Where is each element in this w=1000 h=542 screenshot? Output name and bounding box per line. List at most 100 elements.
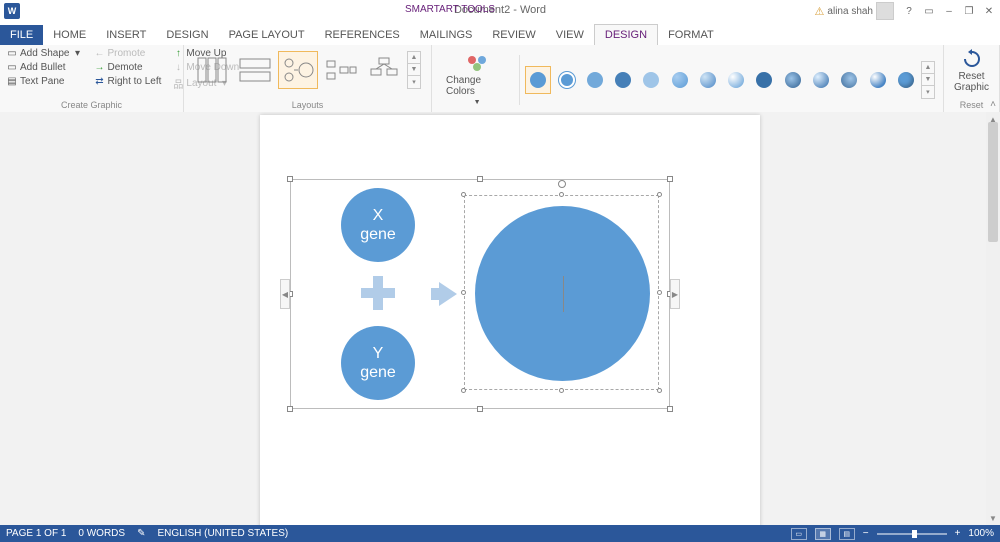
page[interactable]: ◀ ▶ X gene Y gene — [260, 115, 760, 525]
scroll-down-icon[interactable]: ▼ — [922, 74, 934, 86]
collapse-ribbon-button[interactable]: ˄ — [990, 99, 996, 110]
user-name: alina shah — [827, 6, 873, 17]
resize-handle-se[interactable] — [667, 406, 673, 412]
text-pane-button[interactable]: ▤Text Pane — [4, 75, 86, 88]
style-option-14[interactable] — [893, 66, 919, 94]
tab-smartart-format[interactable]: FORMAT — [658, 25, 724, 45]
smartart-shape-result[interactable] — [475, 206, 650, 381]
layout-option-5[interactable] — [364, 51, 404, 89]
tab-design-main[interactable]: DESIGN — [156, 25, 218, 45]
tab-file[interactable]: FILE — [0, 25, 43, 45]
resize-handle-n[interactable] — [477, 176, 483, 182]
smartart-shape-x-gene[interactable]: X gene — [341, 188, 415, 262]
style-option-10[interactable] — [780, 66, 806, 94]
reset-graphic-button[interactable]: Reset Graphic — [948, 47, 995, 95]
text-pane-toggle-left[interactable]: ◀ — [280, 279, 290, 309]
resize-handle-sw[interactable] — [287, 406, 293, 412]
scroll-up-icon[interactable]: ▲ — [408, 52, 420, 64]
scroll-down-icon[interactable]: ▼ — [408, 64, 420, 76]
zoom-in-button[interactable]: + — [955, 528, 961, 539]
demote-button[interactable]: →Demote — [92, 61, 165, 74]
language-status[interactable]: ENGLISH (UNITED STATES) — [157, 528, 288, 539]
style-option-11[interactable] — [808, 66, 834, 94]
right-to-left-button[interactable]: ⇄Right to Left — [92, 75, 165, 88]
rotate-handle[interactable] — [558, 180, 566, 188]
smartart-shape-y-gene[interactable]: Y gene — [341, 326, 415, 400]
inner-handle-s[interactable] — [559, 388, 564, 393]
smartart-selected-shape-frame[interactable] — [464, 195, 659, 390]
style-option-6[interactable] — [667, 66, 693, 94]
smartart-frame[interactable]: ◀ ▶ X gene Y gene — [290, 179, 670, 409]
smartart-arrow-icon[interactable] — [439, 282, 457, 306]
styles-scroll[interactable]: ▲▼▾ — [921, 61, 935, 99]
text-cursor — [563, 276, 564, 312]
inner-handle-nw[interactable] — [461, 192, 466, 197]
style-option-12[interactable] — [836, 66, 862, 94]
style-option-3[interactable] — [582, 66, 608, 94]
text-pane-toggle-right[interactable]: ▶ — [670, 279, 680, 309]
word-count[interactable]: 0 WORDS — [78, 528, 125, 539]
layout-option-2[interactable] — [235, 51, 275, 89]
add-shape-button[interactable]: ▭Add Shape▾ — [4, 47, 86, 60]
tab-insert[interactable]: INSERT — [96, 25, 156, 45]
ribbon-options-button[interactable]: ▭ — [920, 4, 938, 18]
tab-home[interactable]: HOME — [43, 25, 96, 45]
inner-handle-sw[interactable] — [461, 388, 466, 393]
read-mode-button[interactable]: ▭ — [791, 528, 807, 540]
style-option-7[interactable] — [695, 66, 721, 94]
scroll-more-icon[interactable]: ▾ — [408, 76, 420, 88]
tab-review[interactable]: REVIEW — [482, 25, 545, 45]
inner-handle-n[interactable] — [559, 192, 564, 197]
page-count[interactable]: PAGE 1 OF 1 — [6, 528, 66, 539]
help-button[interactable]: ? — [900, 4, 918, 18]
style-option-8[interactable] — [723, 66, 749, 94]
scroll-thumb[interactable] — [988, 122, 998, 242]
layout-option-3[interactable] — [278, 51, 318, 89]
group-smartart-styles: Change Colors▼ ▲▼▾ SmartArt Styles — [432, 45, 944, 112]
resize-handle-s[interactable] — [477, 406, 483, 412]
restore-button[interactable]: ❐ — [960, 4, 978, 18]
style-option-1[interactable] — [525, 66, 551, 94]
close-button[interactable]: ✕ — [980, 4, 998, 18]
style-option-2[interactable] — [553, 66, 579, 94]
scroll-more-icon[interactable]: ▾ — [922, 86, 934, 98]
inner-handle-e[interactable] — [657, 290, 662, 295]
tab-smartart-design[interactable]: DESIGN — [594, 24, 658, 45]
style-option-13[interactable] — [864, 66, 890, 94]
web-layout-button[interactable]: ▤ — [839, 528, 855, 540]
tab-view[interactable]: VIEW — [546, 25, 594, 45]
user-account[interactable]: ⚠ alina shah — [815, 2, 894, 20]
inner-handle-w[interactable] — [461, 290, 466, 295]
change-colors-button[interactable]: Change Colors▼ — [440, 51, 514, 108]
scroll-up-icon[interactable]: ▲ — [922, 62, 934, 74]
layout-option-4[interactable] — [321, 51, 361, 89]
add-shape-icon: ▭ — [7, 48, 17, 59]
inner-handle-ne[interactable] — [657, 192, 662, 197]
minimize-button[interactable]: – — [940, 4, 958, 18]
tab-page-layout[interactable]: PAGE LAYOUT — [219, 25, 315, 45]
tab-mailings[interactable]: MAILINGS — [410, 25, 483, 45]
style-option-4[interactable] — [610, 66, 636, 94]
user-avatar[interactable] — [876, 2, 894, 20]
layouts-scroll[interactable]: ▲▼▾ — [407, 51, 421, 89]
resize-handle-nw[interactable] — [287, 176, 293, 182]
zoom-level[interactable]: 100% — [968, 528, 994, 539]
smartart-plus-icon[interactable] — [361, 276, 395, 310]
style-option-5[interactable] — [638, 66, 664, 94]
inner-handle-se[interactable] — [657, 388, 662, 393]
zoom-slider[interactable] — [877, 533, 947, 535]
style-option-9[interactable] — [751, 66, 777, 94]
tab-references[interactable]: REFERENCES — [315, 25, 410, 45]
scroll-down-arrow[interactable]: ▼ — [986, 511, 1000, 525]
add-bullet-button[interactable]: ▭Add Bullet — [4, 61, 86, 74]
proofing-icon[interactable]: ✎ — [137, 528, 145, 539]
vertical-scrollbar[interactable]: ▲ ▼ — [986, 112, 1000, 525]
zoom-out-button[interactable]: − — [863, 528, 869, 539]
document-area[interactable]: ◀ ▶ X gene Y gene — [0, 112, 986, 525]
layout-option-1[interactable] — [192, 51, 232, 89]
print-layout-button[interactable]: ▦ — [815, 528, 831, 540]
add-bullet-icon: ▭ — [7, 62, 17, 73]
resize-handle-ne[interactable] — [667, 176, 673, 182]
promote-button[interactable]: ←Promote — [92, 47, 165, 60]
zoom-slider-knob[interactable] — [912, 530, 917, 538]
